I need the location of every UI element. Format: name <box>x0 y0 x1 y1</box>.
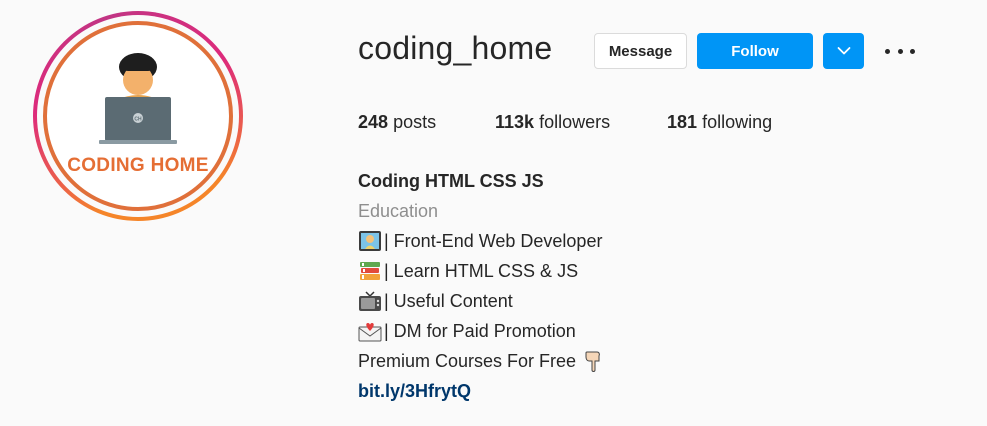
tv-emoji-icon <box>359 291 381 311</box>
dot-icon <box>910 48 915 54</box>
bio-line-text: | Front-End Web Developer <box>384 231 603 251</box>
avatar-image: CH CODING HOME <box>43 21 233 211</box>
followers-count: 113k <box>495 112 535 132</box>
bio-full-name: Coding HTML CSS JS <box>358 171 544 191</box>
coder-laptop-icon: CH <box>99 53 177 144</box>
profile-avatar[interactable]: CH CODING HOME <box>33 11 243 221</box>
posts-label: posts <box>393 112 437 132</box>
bio-promo-line: Premium Courses For Free <box>358 346 607 376</box>
following-count: 181 <box>667 112 698 132</box>
bio-line: | Front-End Web Developer <box>358 226 607 256</box>
followers-label: followers <box>539 112 611 132</box>
message-button[interactable]: Message <box>594 33 687 69</box>
posts-count: 248 <box>358 112 389 132</box>
more-options-icon[interactable] <box>885 38 915 64</box>
bio-line-text: | Learn HTML CSS & JS <box>384 261 579 281</box>
svg-text:CH: CH <box>134 117 142 123</box>
profile-username: coding_home <box>358 30 553 66</box>
posts-stat: 248 posts <box>358 112 436 133</box>
avatar-brand-text: CODING HOME <box>67 155 209 176</box>
envelope-heart-emoji-icon <box>358 323 382 342</box>
bio-line-text: | DM for Paid Promotion <box>384 321 576 341</box>
profile-bio: Coding HTML CSS JS Education | Front-End… <box>358 166 607 406</box>
follow-button[interactable]: Follow <box>697 33 813 69</box>
bio-line-text: | Useful Content <box>384 291 513 311</box>
following-stat[interactable]: 181 following <box>667 112 772 133</box>
books-emoji-icon <box>360 262 380 280</box>
developer-emoji-icon <box>359 231 381 251</box>
bio-line: | Learn HTML CSS & JS <box>358 256 607 286</box>
bio-line: | Useful Content <box>358 286 607 316</box>
following-label: following <box>702 112 773 132</box>
bio-category: Education <box>358 201 439 221</box>
dot-icon <box>885 48 890 54</box>
bio-line: | DM for Paid Promotion <box>358 316 607 346</box>
pointing-down-emoji-icon <box>585 351 600 372</box>
bio-link[interactable]: bit.ly/3HfrytQ <box>358 376 607 406</box>
dot-icon <box>897 48 903 54</box>
chevron-down-icon <box>837 47 850 55</box>
suggested-accounts-button[interactable] <box>823 33 864 69</box>
followers-stat[interactable]: 113k followers <box>495 112 610 133</box>
bio-promo-text: Premium Courses For Free <box>358 351 577 371</box>
